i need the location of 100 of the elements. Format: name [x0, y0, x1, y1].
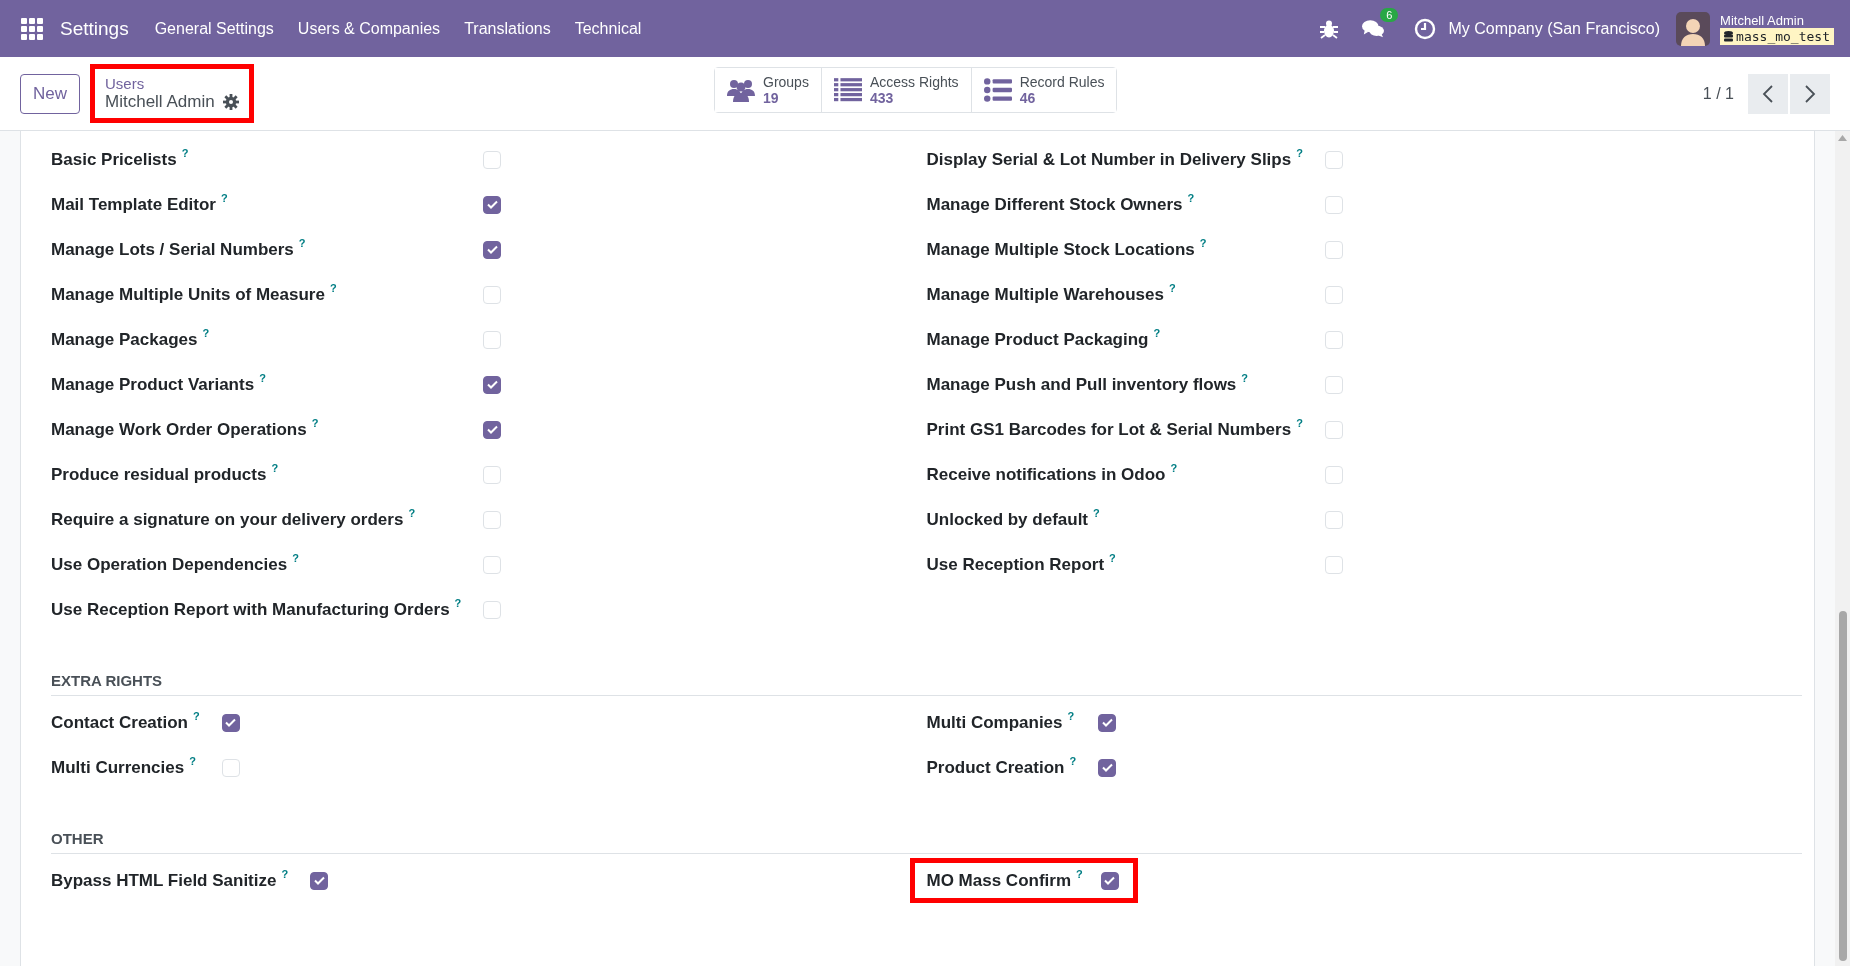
section-title: OTHER — [51, 790, 1802, 854]
help-tooltip[interactable]: ? — [271, 462, 279, 474]
help-tooltip[interactable]: ? — [408, 507, 416, 519]
chat-icon[interactable] — [1362, 17, 1385, 40]
menu-item[interactable]: Translations — [464, 19, 551, 38]
new-button[interactable]: New — [20, 73, 80, 114]
check-icon — [486, 200, 498, 209]
scrollbar-thumb[interactable] — [1838, 611, 1847, 961]
company-switcher[interactable]: My Company (San Francisco) — [1448, 19, 1661, 38]
help-tooltip[interactable]: ? — [292, 552, 299, 564]
list-icon — [983, 78, 1012, 103]
checkbox[interactable] — [483, 240, 502, 259]
field-label: MO Mass Confirm $^{?}$ — [926, 867, 1083, 892]
checkbox[interactable] — [310, 871, 329, 890]
check-icon — [486, 245, 498, 254]
arrow-up-icon[interactable] — [1838, 135, 1847, 141]
field-label: Manage Different Stock Owners $^{?}$ — [926, 191, 1196, 216]
field-label: Bypass HTML Field Sanitize $^{?}$ — [51, 867, 289, 892]
help-tooltip[interactable]: ? — [1296, 147, 1303, 159]
help-tooltip[interactable]: ? — [329, 282, 337, 294]
help-tooltip[interactable]: ? — [192, 710, 200, 722]
field-label: Multi Companies $^{?}$ — [926, 709, 1076, 734]
field-label: Unlocked by default $^{?}$ — [926, 506, 1101, 531]
menu-item[interactable]: General Settings — [154, 19, 274, 38]
check-icon — [225, 718, 237, 727]
help-tooltip[interactable]: ? — [1067, 710, 1075, 722]
field-label: Manage Product Packaging $^{?}$ — [926, 326, 1162, 351]
help-tooltip[interactable]: ? — [1109, 552, 1116, 564]
field-label: Manage Multiple Units of Measure $^{?}$ — [51, 281, 338, 306]
field-label: Display Serial & Lot Number in Delivery Slips $^{?}$ — [926, 146, 1303, 171]
breadcrumb-link[interactable]: Users — [105, 75, 239, 92]
help-tooltip[interactable]: ? — [1069, 755, 1077, 767]
checkbox[interactable] — [221, 713, 240, 732]
apps-menu-icon[interactable] — [20, 16, 44, 41]
help-tooltip[interactable]: ? — [1199, 237, 1207, 249]
field-label: Produce residual products $^{?}$ — [51, 461, 280, 486]
field-label: Multi Currencies $^{?}$ — [51, 754, 197, 779]
app-name[interactable]: Settings — [60, 17, 129, 40]
chevron-right-icon — [1804, 83, 1816, 104]
help-tooltip[interactable]: ? — [298, 237, 306, 249]
check-icon — [486, 425, 498, 434]
help-tooltip[interactable]: ? — [1241, 372, 1249, 384]
pager-value[interactable]: 1 / 1 — [1702, 84, 1734, 103]
next-button[interactable] — [1790, 73, 1830, 114]
check-icon — [1101, 763, 1113, 772]
field-label: Manage Push and Pull inventory flows $^{?}$ — [926, 371, 1250, 396]
previous-button[interactable] — [1748, 73, 1788, 114]
help-tooltip[interactable]: ? — [1168, 282, 1176, 294]
field-label: Manage Multiple Stock Locations $^{?}$ — [926, 236, 1208, 261]
help-tooltip[interactable]: ? — [1153, 327, 1161, 339]
help-tooltip[interactable]: ? — [454, 597, 462, 609]
help-tooltip[interactable]: ? — [1296, 417, 1303, 429]
field-label: Print GS1 Barcodes for Lot & Serial Numbers $^{?}$ — [926, 416, 1303, 441]
help-tooltip[interactable]: ? — [311, 417, 319, 429]
help-tooltip[interactable]: ? — [202, 327, 210, 339]
check-icon — [313, 876, 325, 885]
checkbox[interactable] — [483, 420, 502, 439]
chevron-left-icon — [1762, 83, 1774, 104]
field-label: Mail Template Editor $^{?}$ — [51, 191, 229, 216]
field-label: Manage Packages $^{?}$ — [51, 326, 211, 351]
avatar-icon[interactable] — [1676, 11, 1711, 46]
help-tooltip[interactable]: ? — [221, 192, 228, 204]
field-label: Manage Work Order Operations $^{?}$ — [51, 416, 320, 441]
section-title: EXTRA RIGHTS — [51, 632, 1802, 696]
scrollbar[interactable] — [1835, 131, 1850, 966]
field-label: Contact Creation $^{?}$ — [51, 709, 200, 734]
message-count-badge: 6 — [1380, 7, 1399, 22]
menu-item[interactable]: Technical — [574, 19, 642, 38]
check-icon — [486, 380, 498, 389]
checkbox[interactable] — [1100, 871, 1119, 890]
field-label: Receive notifications in Odoo $^{?}$ — [926, 461, 1179, 486]
checkbox[interactable] — [483, 375, 502, 394]
settings-icon[interactable] — [222, 94, 239, 110]
clock-icon[interactable] — [1414, 17, 1437, 40]
help-tooltip[interactable]: ? — [189, 755, 196, 767]
help-tooltip[interactable]: ? — [181, 147, 189, 159]
stat-button[interactable]: Groups 19 — [715, 68, 822, 113]
field-label: Basic Pricelists $^{?}$ — [51, 146, 190, 171]
field-label: Manage Multiple Warehouses $^{?}$ — [926, 281, 1177, 306]
database-tag: mass_mo_test — [1720, 27, 1834, 45]
database-icon — [1724, 30, 1734, 42]
help-tooltip[interactable]: ? — [259, 372, 266, 384]
help-tooltip[interactable]: ? — [1093, 507, 1100, 519]
check-icon — [1101, 718, 1113, 727]
check-icon — [1104, 876, 1116, 885]
menu-item[interactable]: Users & Companies — [297, 19, 441, 38]
help-tooltip[interactable]: ? — [281, 868, 289, 880]
field-label: Use Reception Report $^{?}$ — [926, 551, 1117, 576]
help-tooltip[interactable]: ? — [1187, 192, 1195, 204]
help-tooltip[interactable]: ? — [1076, 868, 1083, 880]
checkbox[interactable] — [1098, 758, 1117, 777]
record-title: Mitchell Admin — [105, 92, 215, 112]
checkbox[interactable] — [1098, 713, 1117, 732]
checkbox[interactable] — [483, 195, 502, 214]
field-label: Manage Lots / Serial Numbers $^{?}$ — [51, 236, 307, 261]
list-icon — [833, 78, 862, 103]
field-label: Require a signature on your delivery orders $^{?}$ — [51, 506, 417, 531]
user-name[interactable]: Mitchell Admin — [1720, 12, 1834, 28]
help-tooltip[interactable]: ? — [1170, 462, 1178, 474]
field-label: Manage Product Variants $^{?}$ — [51, 371, 267, 396]
